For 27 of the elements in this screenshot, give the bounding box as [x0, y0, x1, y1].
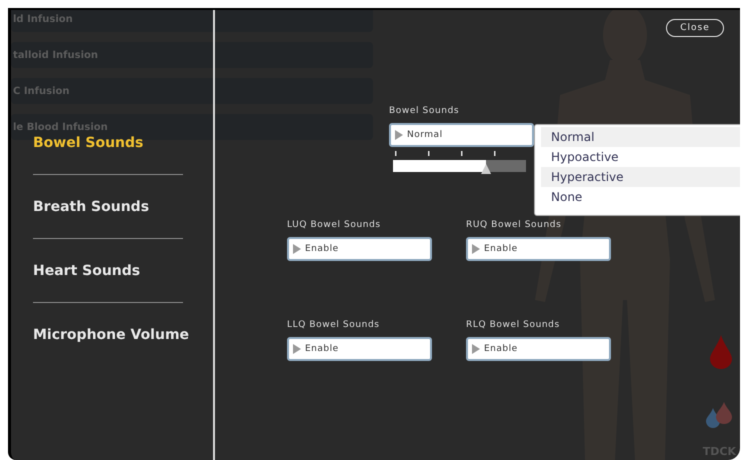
- field-label: LUQ Bowel Sounds: [287, 220, 382, 230]
- dropdown-field[interactable]: Enable: [287, 337, 432, 361]
- triangle-icon: [472, 344, 480, 354]
- dropdown-field[interactable]: Normal: [389, 123, 534, 147]
- dropdown-field[interactable]: Enable: [287, 237, 432, 261]
- drops-icon: [706, 402, 732, 428]
- field-label: Bowel Sounds: [389, 106, 460, 116]
- triangle-icon: [395, 130, 403, 140]
- triangle-icon: [293, 344, 301, 354]
- sidebar-item[interactable]: Breath Sounds: [33, 196, 150, 222]
- dropdown-field[interactable]: Enable: [466, 337, 611, 361]
- field-label: RUQ Bowel Sounds: [466, 220, 562, 230]
- slider-track[interactable]: [393, 160, 526, 172]
- menu-option[interactable]: Hyperactive: [541, 167, 740, 187]
- sidebar-item[interactable]: Heart Sounds: [33, 260, 140, 286]
- field-label: RLQ Bowel Sounds: [466, 320, 561, 330]
- background-row: ld Infusion: [11, 10, 373, 32]
- triangle-icon: [472, 244, 480, 254]
- dropdown-field[interactable]: Enable: [466, 237, 611, 261]
- background-row: talloid Infusion: [11, 42, 373, 68]
- sidebar-item[interactable]: Microphone Volume: [33, 324, 190, 350]
- blood-drop-icon: [710, 335, 732, 369]
- menu-option[interactable]: Normal: [541, 127, 740, 147]
- triangle-icon: [293, 244, 301, 254]
- background-row: C Infusion: [11, 78, 373, 104]
- close-button[interactable]: Close: [666, 19, 724, 37]
- field-label: LLQ Bowel Sounds: [287, 320, 381, 330]
